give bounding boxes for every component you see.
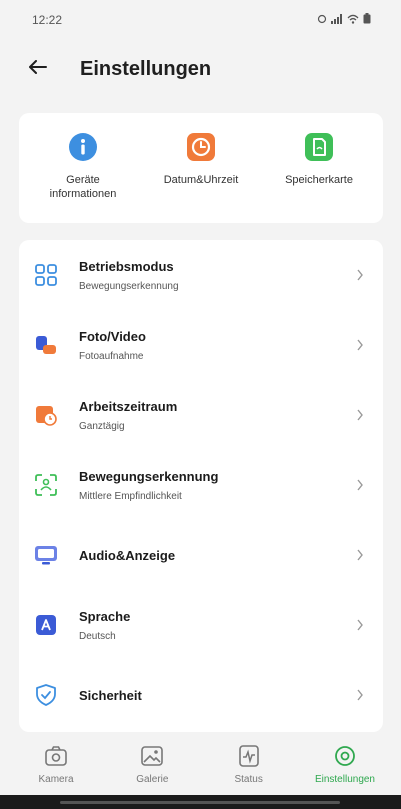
chevron-right-icon xyxy=(353,618,367,632)
nav-item-status[interactable]: Status xyxy=(201,738,297,794)
shield-icon xyxy=(33,682,59,708)
sd-card-icon xyxy=(303,131,335,163)
quick-label: Speicherkarte xyxy=(285,174,353,186)
camera-icon xyxy=(44,744,68,768)
settings-item-subtitle: Bewegungserkennung xyxy=(79,280,179,292)
settings-item-title: Sprache xyxy=(79,608,131,624)
settings-icon xyxy=(333,744,357,768)
app-bar: Einstellungen xyxy=(0,44,401,94)
settings-list: Betriebsmodus Bewegungserkennung Foto/Vi… xyxy=(19,240,383,732)
settings-item-title: Arbeitszeitraum xyxy=(79,398,178,414)
gesture-pill[interactable] xyxy=(60,801,340,804)
settings-item-sprache[interactable]: Sprache Deutsch xyxy=(19,590,383,660)
settings-item-bewegungserkennung[interactable]: Bewegungserkennung Mittlere Empfindlichk… xyxy=(19,450,383,520)
bottom-nav: Kamera Galerie Status Einstellungen xyxy=(0,738,401,794)
quick-date-time[interactable]: Datum&Uhrzeit xyxy=(143,131,259,223)
settings-item-audio-anzeige[interactable]: Audio&Anzeige xyxy=(19,520,383,590)
quick-device-info[interactable]: Geräte informationen xyxy=(25,131,141,223)
language-icon xyxy=(33,612,59,638)
monitor-icon xyxy=(33,542,59,568)
quick-actions-card: Geräte informationen Datum&Uhrzeit Speic… xyxy=(19,113,383,223)
quick-label: Datum&Uhrzeit xyxy=(163,174,239,186)
battery-icon xyxy=(363,13,371,27)
nav-label: Kamera xyxy=(38,774,74,785)
arrow-left-icon xyxy=(29,59,47,79)
motion-scan-icon xyxy=(33,472,59,498)
settings-item-subtitle: Ganztägig xyxy=(79,420,125,432)
status-icon xyxy=(237,744,261,768)
nav-item-galerie[interactable]: Galerie xyxy=(104,738,200,794)
settings-item-subtitle: Mittlere Empfindlichkeit xyxy=(79,490,182,502)
nav-label: Status xyxy=(234,774,263,785)
chevron-right-icon xyxy=(353,268,367,282)
status-icons xyxy=(317,13,371,27)
nav-label: Einstellungen xyxy=(314,774,375,785)
chevron-right-icon xyxy=(353,548,367,562)
settings-item-foto-video[interactable]: Foto/Video Fotoaufnahme xyxy=(19,310,383,380)
chevron-right-icon xyxy=(353,408,367,422)
chevron-right-icon xyxy=(353,688,367,702)
nav-item-einstellungen[interactable]: Einstellungen xyxy=(297,738,393,794)
settings-item-title: Betriebsmodus xyxy=(79,258,174,274)
calendar-clock-icon xyxy=(33,402,59,428)
back-button[interactable] xyxy=(18,49,58,89)
camera-video-icon xyxy=(33,332,59,358)
info-icon xyxy=(67,131,99,163)
quick-sd-card[interactable]: Speicherkarte xyxy=(261,131,377,223)
settings-item-arbeitszeitraum[interactable]: Arbeitszeitraum Ganztägig xyxy=(19,380,383,450)
settings-item-subtitle: Fotoaufnahme xyxy=(79,350,144,362)
gallery-icon xyxy=(140,744,164,768)
chevron-right-icon xyxy=(353,478,367,492)
settings-item-title: Audio&Anzeige xyxy=(79,547,176,563)
gesture-bar xyxy=(0,795,401,809)
status-time: 12:22 xyxy=(32,13,63,27)
wifi-icon xyxy=(347,13,359,27)
settings-item-betriebsmodus[interactable]: Betriebsmodus Bewegungserkennung xyxy=(19,240,383,310)
alarm-icon xyxy=(317,13,327,27)
quick-label: Geräte informationen xyxy=(49,174,117,200)
settings-item-subtitle: Deutsch xyxy=(79,630,116,642)
settings-item-title: Sicherheit xyxy=(79,687,142,703)
chevron-right-icon xyxy=(353,338,367,352)
status-bar: 12:22 xyxy=(0,0,401,40)
settings-item-title: Bewegungserkennung xyxy=(79,468,219,484)
clock-icon xyxy=(185,131,217,163)
page-title: Einstellungen xyxy=(80,57,212,80)
settings-item-sicherheit[interactable]: Sicherheit xyxy=(19,660,383,730)
nav-label: Galerie xyxy=(136,774,169,785)
nav-item-kamera[interactable]: Kamera xyxy=(8,738,104,794)
grid-icon xyxy=(33,262,59,288)
settings-item-title: Foto/Video xyxy=(79,328,146,344)
signal-icon xyxy=(331,13,343,27)
